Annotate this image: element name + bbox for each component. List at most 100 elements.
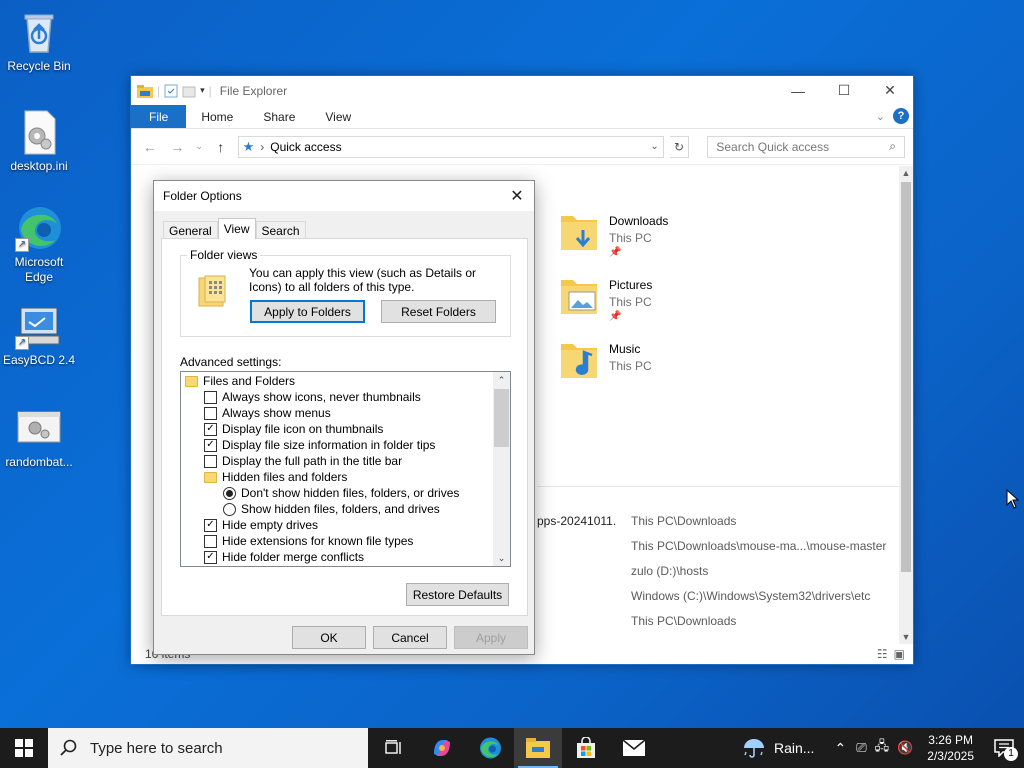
notification-center-button[interactable]: 1 — [984, 728, 1024, 768]
forward-arrow-icon[interactable]: → — [167, 139, 189, 155]
setting-label: Hide folder merge conflicts — [222, 550, 365, 564]
scrollbar-thumb[interactable] — [494, 389, 509, 447]
advanced-list-scrollbar[interactable]: ⌃ ⌄ — [493, 372, 510, 566]
frequent-folder-music[interactable]: Music This PC — [559, 338, 652, 384]
checkbox-unchecked[interactable] — [204, 454, 217, 468]
checkbox-unchecked[interactable] — [204, 534, 217, 548]
scroll-down-icon[interactable]: ⌄ — [493, 550, 510, 566]
start-button[interactable] — [0, 728, 48, 768]
reset-folders-button[interactable]: Reset Folders — [381, 300, 496, 323]
search-icon — [60, 739, 77, 756]
checkbox-checked[interactable]: ✓ — [204, 438, 217, 452]
setting-display-file-size[interactable]: ✓ Display file size information in folde… — [204, 437, 435, 453]
minimize-button[interactable]: — — [775, 76, 821, 105]
folder-views-icon — [198, 275, 226, 307]
taskbar-search-box[interactable]: Type here to search — [48, 728, 368, 768]
dialog-close-icon[interactable]: ✕ — [508, 186, 526, 206]
frequent-folder-pictures[interactable]: Pictures This PC 📌 — [559, 274, 652, 322]
radio-selected[interactable] — [223, 486, 236, 500]
quick-access-star-icon: ★ — [242, 138, 255, 154]
setting-always-show-icons[interactable]: Always show icons, never thumbnails — [204, 389, 421, 405]
search-input[interactable]: Search Quick access ⌕ — [707, 135, 905, 158]
advanced-settings-list[interactable]: Files and Folders Always show icons, nev… — [180, 371, 511, 567]
batch-file-icon — [15, 404, 63, 452]
setting-display-file-icon[interactable]: ✓ Display file icon on thumbnails — [204, 421, 383, 437]
details-view-icon[interactable]: ☷ — [877, 647, 888, 661]
large-icons-view-icon[interactable]: ▣ — [894, 647, 905, 661]
back-arrow-icon[interactable]: ← — [139, 139, 161, 155]
search-placeholder: Search Quick access — [716, 139, 830, 154]
recent-file-location: This PC\Downloads — [631, 613, 737, 628]
help-icon[interactable]: ? — [893, 108, 909, 124]
setting-always-show-menus[interactable]: Always show menus — [204, 405, 331, 421]
setting-hide-merge-conflicts[interactable]: ✓ Hide folder merge conflicts — [204, 549, 364, 565]
breadcrumb-location[interactable]: Quick access — [270, 140, 341, 154]
desktop-icon-microsoft-edge[interactable]: ↗ Microsoft Edge — [1, 204, 77, 285]
qat-dropdown-icon[interactable]: ▾ — [200, 85, 205, 96]
desktop-icon-easybcd[interactable]: ↗ EasyBCD 2.4 — [1, 302, 77, 368]
tab-view[interactable]: View — [310, 105, 366, 128]
breadcrumb-separator-icon[interactable]: › — [260, 140, 264, 154]
apply-button[interactable]: Apply — [454, 626, 528, 649]
refresh-icon[interactable]: ↻ — [669, 135, 690, 158]
setting-show-hidden[interactable]: Show hidden files, folders, and drives — [223, 501, 440, 517]
checkbox-unchecked[interactable] — [204, 390, 217, 404]
setting-label: Hide empty drives — [222, 518, 319, 532]
taskbar-store[interactable] — [562, 728, 610, 768]
folder-location: This PC — [609, 231, 652, 245]
task-view-button[interactable] — [370, 728, 418, 768]
checkbox-checked[interactable]: ✓ — [204, 422, 217, 436]
tab-home[interactable]: Home — [186, 105, 248, 128]
checkbox-checked[interactable]: ✓ — [204, 550, 217, 564]
maximize-button[interactable]: ☐ — [821, 76, 867, 105]
apply-to-folders-button[interactable]: Apply to Folders — [250, 300, 365, 323]
scroll-up-icon[interactable]: ▲ — [899, 166, 913, 180]
address-dropdown-icon[interactable]: ⌄ — [650, 141, 658, 152]
tab-share[interactable]: Share — [248, 105, 310, 128]
ok-button[interactable]: OK — [292, 626, 366, 649]
settings-file-icon — [15, 108, 63, 156]
volume-muted-icon[interactable]: 🔇 — [893, 740, 917, 756]
setting-hide-extensions[interactable]: Hide extensions for known file types — [204, 533, 413, 549]
meet-now-icon[interactable]: ⎚ — [852, 740, 870, 756]
tab-file[interactable]: File — [131, 105, 187, 128]
weather-widget[interactable]: Rain... — [728, 736, 828, 760]
taskbar-file-explorer[interactable] — [514, 728, 562, 768]
frequent-folder-downloads[interactable]: Downloads This PC 📌 — [559, 210, 668, 258]
setting-label: Display the full path in the title bar — [222, 454, 403, 468]
address-bar[interactable]: ★ › Quick access ⌄ — [237, 135, 664, 158]
up-arrow-icon[interactable]: ↑ — [210, 139, 232, 155]
cancel-button[interactable]: Cancel — [373, 626, 447, 649]
tray-overflow-chevron-icon[interactable]: ⌃ — [828, 740, 852, 757]
tab-view-active[interactable]: View — [217, 218, 256, 239]
desktop-icon-desktop-ini[interactable]: desktop.ini — [1, 108, 77, 174]
clock[interactable]: 3:26 PM 2/3/2025 — [917, 732, 984, 764]
explorer-scrollbar[interactable]: ▲ ▼ — [899, 166, 913, 644]
navigation-bar: ← → ⌄ ↑ ★ › Quick access ⌄ ↻ Search Quic… — [131, 129, 913, 165]
radio-unselected[interactable] — [223, 502, 236, 516]
scroll-down-icon[interactable]: ▼ — [899, 630, 913, 644]
taskbar-mail[interactable] — [610, 728, 658, 768]
folder-name: Downloads — [609, 214, 669, 228]
close-button[interactable]: ✕ — [867, 76, 913, 105]
setting-dont-show-hidden[interactable]: Don't show hidden files, folders, or dri… — [223, 485, 459, 501]
taskbar-copilot[interactable] — [418, 728, 466, 768]
scrollbar-thumb[interactable] — [901, 182, 911, 572]
taskbar-edge[interactable] — [466, 728, 514, 768]
setting-hide-empty-drives[interactable]: ✓ Hide empty drives — [204, 517, 318, 533]
network-icon[interactable]: 🖧 — [871, 737, 894, 759]
desktop-icon-randombat[interactable]: randombat... — [1, 404, 77, 470]
expand-ribbon-icon[interactable]: ⌄ — [876, 110, 885, 123]
desktop-icon-recycle-bin[interactable]: Recycle Bin — [1, 8, 77, 74]
checkbox-checked[interactable]: ✓ — [204, 518, 217, 532]
recent-locations-icon[interactable]: ⌄ — [194, 141, 204, 152]
mouse-cursor-icon — [1006, 489, 1020, 509]
setting-display-full-path[interactable]: Display the full path in the title bar — [204, 453, 402, 469]
new-folder-icon[interactable] — [182, 84, 196, 98]
properties-icon[interactable] — [164, 84, 178, 98]
tab-search[interactable]: Search — [255, 221, 306, 239]
scroll-up-icon[interactable]: ⌃ — [493, 372, 510, 388]
tab-general[interactable]: General — [163, 221, 218, 239]
checkbox-unchecked[interactable] — [204, 406, 217, 420]
restore-defaults-button[interactable]: Restore Defaults — [406, 583, 509, 606]
